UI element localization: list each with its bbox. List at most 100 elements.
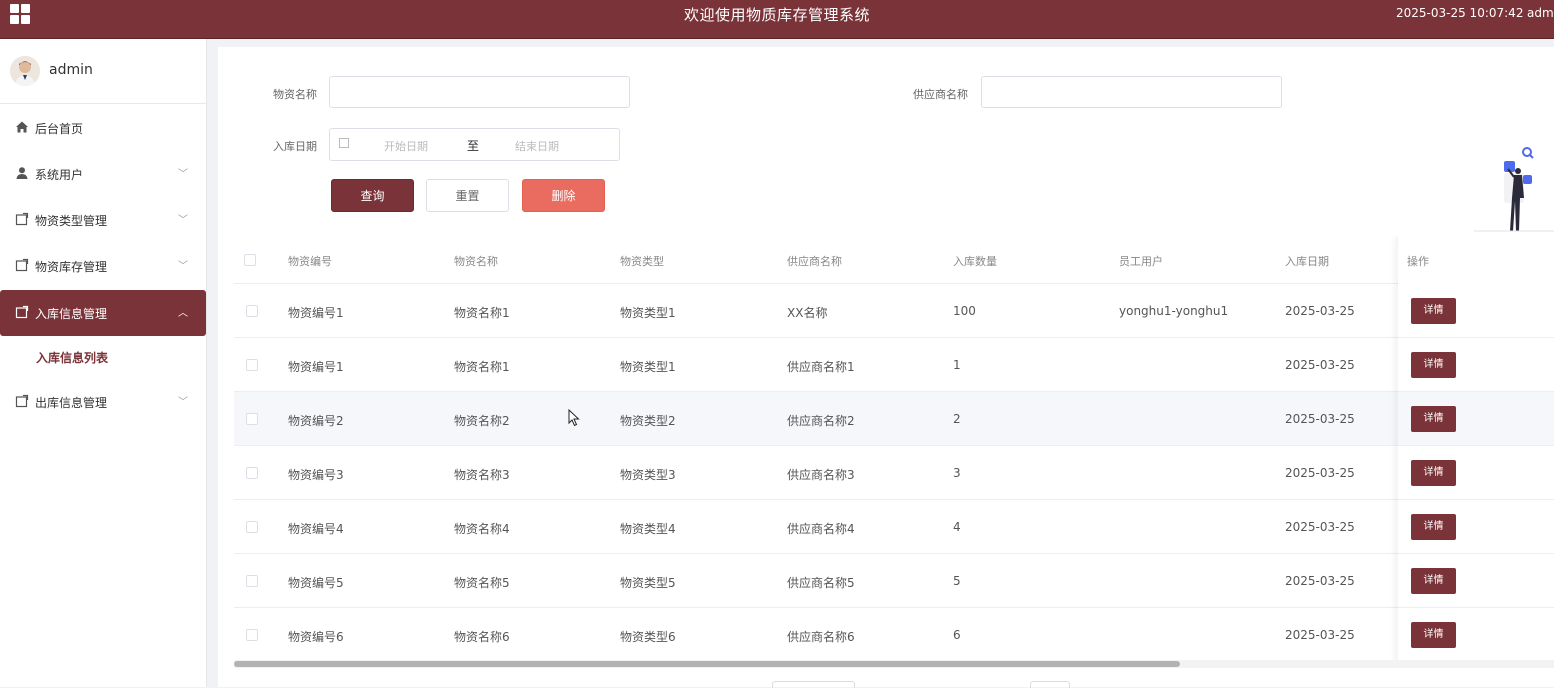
horizontal-scrollbar[interactable] bbox=[234, 660, 1554, 668]
cell-material-name: 物资名称3 bbox=[454, 468, 510, 482]
column-header: 操作 bbox=[1407, 255, 1429, 268]
row-checkbox[interactable] bbox=[246, 359, 258, 371]
column-header[interactable]: 供应商名称 bbox=[787, 253, 842, 269]
table-row[interactable]: 物资编号1 物资名称1 物资类型1 供应商名称1 1 2025-03-25 bbox=[234, 338, 1554, 392]
sidebar-item-inventory[interactable]: 物资库存管理 ﹀ bbox=[0, 243, 206, 289]
detail-button[interactable]: 详情 bbox=[1411, 406, 1456, 432]
sidebar-item-label: 物资库存管理 bbox=[35, 260, 108, 274]
sidebar-item-label: 入库信息管理 bbox=[35, 307, 108, 321]
cell-quantity: 4 bbox=[953, 520, 961, 534]
sidebar-subitem-inbound-list[interactable]: 入库信息列表 bbox=[36, 349, 108, 366]
user-icon bbox=[16, 167, 28, 179]
table-row[interactable]: 物资编号2 物资名称2 物资类型2 供应商名称2 2 2025-03-25 bbox=[234, 392, 1554, 446]
sidebar-item-label: 系统用户 bbox=[35, 168, 84, 182]
cell-material-name: 物资名称6 bbox=[454, 630, 510, 644]
table-row[interactable]: 物资编号5 物资名称5 物资类型5 供应商名称5 5 2025-03-25 bbox=[234, 554, 1554, 608]
select-all-checkbox[interactable] bbox=[244, 254, 256, 266]
table-row[interactable]: 物资编号6 物资名称6 物资类型6 供应商名称6 6 2025-03-25 bbox=[234, 608, 1554, 662]
folder-icon bbox=[15, 394, 29, 408]
row-checkbox[interactable] bbox=[246, 413, 258, 425]
column-header[interactable]: 员工用户 bbox=[1119, 253, 1163, 269]
row-checkbox[interactable] bbox=[246, 305, 258, 317]
cell-material-code: 物资编号6 bbox=[288, 630, 344, 644]
sidebar-item-label: 出库信息管理 bbox=[35, 396, 108, 410]
operations-column: 操作 详情 详情 详情 详情 详情 详情 详情 bbox=[1398, 236, 1554, 667]
cell-quantity: 3 bbox=[953, 466, 961, 480]
detail-button[interactable]: 详情 bbox=[1411, 622, 1456, 648]
cell-inbound-date: 2025-03-25 bbox=[1285, 412, 1355, 426]
table-header: 物资编号 物资名称 物资类型 供应商名称 入库数量 员工用户 入库日期 bbox=[234, 236, 1554, 284]
cell-material-code: 物资编号5 bbox=[288, 576, 344, 590]
table-row[interactable]: 物资编号1 物资名称1 物资类型1 XX名称 100 yonghu1-yonghu1 202… bbox=[234, 284, 1554, 338]
detail-button[interactable]: 详情 bbox=[1411, 352, 1456, 378]
row-checkbox[interactable] bbox=[246, 575, 258, 587]
cell-inbound-date: 2025-03-25 bbox=[1285, 628, 1355, 642]
sidebar-item-home[interactable]: 后台首页 bbox=[0, 105, 206, 151]
column-header[interactable]: 入库日期 bbox=[1285, 253, 1329, 269]
inbound-date-label: 入库日期 bbox=[273, 140, 317, 153]
detail-button[interactable]: 详情 bbox=[1411, 298, 1456, 324]
column-header[interactable]: 物资编号 bbox=[288, 253, 332, 269]
sidebar-item-material-types[interactable]: 物资类型管理 ﹀ bbox=[0, 197, 206, 243]
date-range-separator: 至 bbox=[467, 139, 480, 153]
supplier-name-input[interactable] bbox=[981, 76, 1282, 108]
sidebar-username: admin bbox=[49, 62, 93, 78]
row-checkbox[interactable] bbox=[246, 521, 258, 533]
mouse-cursor-icon bbox=[568, 409, 580, 427]
cell-material-type: 物资类型6 bbox=[620, 630, 676, 644]
header-user[interactable]: adm bbox=[1527, 6, 1554, 20]
chevron-down-icon: ﹀ bbox=[178, 397, 188, 408]
table-row[interactable]: 物资编号3 物资名称3 物资类型3 供应商名称3 3 2025-03-25 bbox=[234, 446, 1554, 500]
delete-button[interactable]: 删除 bbox=[522, 179, 605, 212]
detail-button[interactable]: 详情 bbox=[1411, 514, 1456, 540]
column-header[interactable]: 入库数量 bbox=[953, 253, 997, 269]
main-content: 物资名称 供应商名称 入库日期 开始日期 至 结束日期 查询 重置 删除 物资编… bbox=[218, 47, 1554, 688]
chevron-down-icon: ﹀ bbox=[178, 261, 188, 272]
cell-material-name: 物资名称1 bbox=[454, 306, 510, 320]
cell-inbound-date: 2025-03-25 bbox=[1285, 574, 1355, 588]
cell-material-name: 物资名称1 bbox=[454, 360, 510, 374]
cell-quantity: 1 bbox=[953, 358, 961, 372]
detail-button[interactable]: 详情 bbox=[1411, 460, 1456, 486]
cell-inbound-date: 2025-03-25 bbox=[1285, 358, 1355, 372]
inbound-date-range[interactable]: 开始日期 至 结束日期 bbox=[329, 128, 620, 161]
sidebar-item-outbound[interactable]: 出库信息管理 ﹀ bbox=[0, 379, 206, 425]
sidebar-item-inbound[interactable]: 入库信息管理 ︿ bbox=[0, 290, 206, 336]
reset-button[interactable]: 重置 bbox=[426, 179, 509, 212]
sidebar: admin 后台首页 系统用户 ﹀ 物资类型管理 ﹀ 物资库存管理 ﹀ 入库信息… bbox=[0, 39, 207, 687]
sidebar-item-users[interactable]: 系统用户 ﹀ bbox=[0, 151, 206, 197]
table-row[interactable]: 物资编号4 物资名称4 物资类型4 供应商名称4 4 2025-03-25 bbox=[234, 500, 1554, 554]
material-name-input[interactable] bbox=[329, 76, 630, 108]
query-button[interactable]: 查询 bbox=[331, 179, 414, 212]
cell-supplier-name: 供应商名称2 bbox=[787, 414, 855, 428]
column-header[interactable]: 物资类型 bbox=[620, 253, 664, 269]
cell-material-name: 物资名称4 bbox=[454, 522, 510, 536]
cell-inbound-date: 2025-03-25 bbox=[1285, 520, 1355, 534]
cell-material-type: 物资类型1 bbox=[620, 306, 676, 320]
cell-quantity: 6 bbox=[953, 628, 961, 642]
cell-employee-user: yonghu1-yonghu1 bbox=[1119, 304, 1229, 318]
inbound-table: 物资编号 物资名称 物资类型 供应商名称 入库数量 员工用户 入库日期 物资编号… bbox=[234, 236, 1554, 667]
date-end-input[interactable]: 结束日期 bbox=[515, 138, 559, 154]
cell-material-name: 物资名称2 bbox=[454, 414, 510, 428]
folder-icon bbox=[15, 305, 29, 319]
date-start-input[interactable]: 开始日期 bbox=[384, 138, 428, 154]
cell-supplier-name: 供应商名称4 bbox=[787, 522, 855, 536]
cell-quantity: 2 bbox=[953, 412, 961, 426]
row-checkbox[interactable] bbox=[246, 629, 258, 641]
scrollbar-thumb[interactable] bbox=[234, 661, 1180, 667]
cell-inbound-date: 2025-03-25 bbox=[1285, 304, 1355, 318]
cell-quantity: 5 bbox=[953, 574, 961, 588]
detail-button[interactable]: 详情 bbox=[1411, 568, 1456, 594]
cell-material-name: 物资名称5 bbox=[454, 576, 510, 590]
sidebar-profile: admin bbox=[0, 39, 206, 104]
top-bar: 欢迎使用物质库存管理系统 2025-03-25 10:07:42 adm bbox=[0, 0, 1554, 39]
cell-supplier-name: 供应商名称3 bbox=[787, 468, 855, 482]
row-checkbox[interactable] bbox=[246, 467, 258, 479]
cell-material-code: 物资编号1 bbox=[288, 306, 344, 320]
cell-material-type: 物资类型1 bbox=[620, 360, 676, 374]
column-header[interactable]: 物资名称 bbox=[454, 253, 498, 269]
cell-supplier-name: XX名称 bbox=[787, 306, 828, 320]
cell-supplier-name: 供应商名称1 bbox=[787, 360, 855, 374]
system-title: 欢迎使用物质库存管理系统 bbox=[683, 6, 870, 24]
